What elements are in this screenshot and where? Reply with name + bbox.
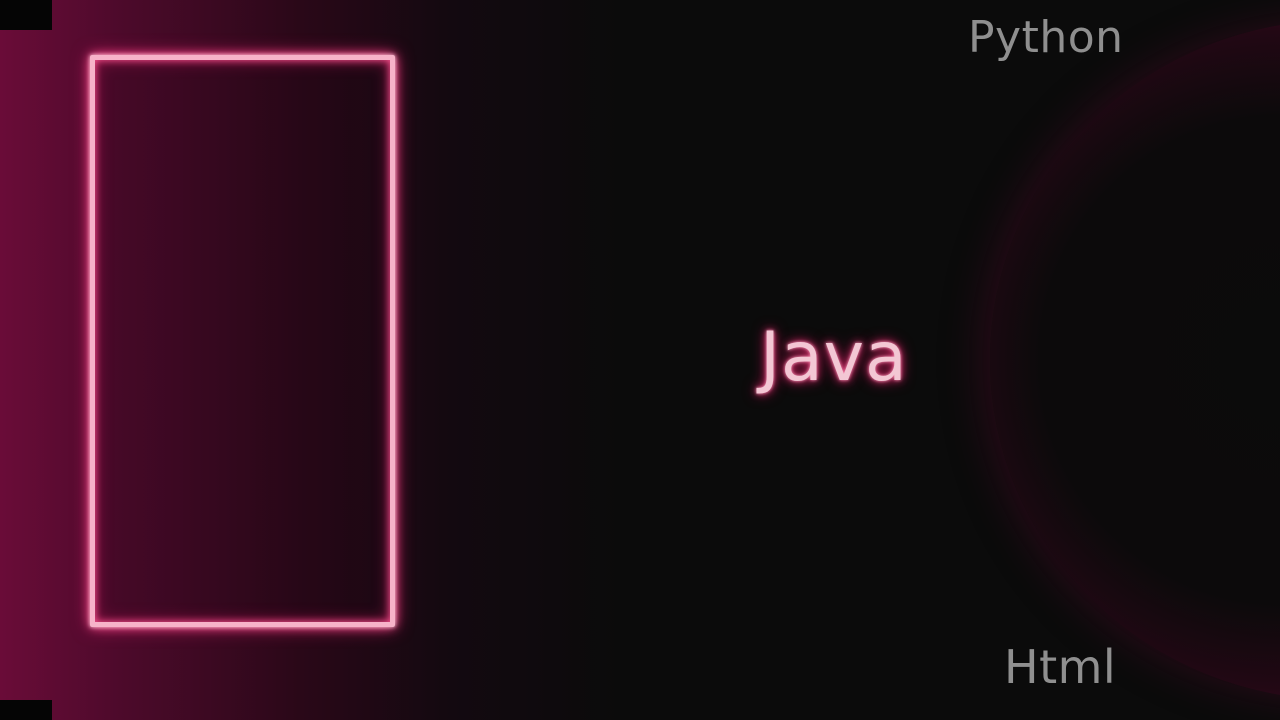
letterbox-corner-bottom-left xyxy=(0,700,52,720)
letterbox-corner-top-left xyxy=(0,0,52,30)
video-frame: Python Java Html xyxy=(0,0,1280,720)
html-label: Html xyxy=(1004,640,1117,694)
python-label: Python xyxy=(968,12,1124,63)
java-label: Java xyxy=(760,318,908,397)
crimson-orb xyxy=(990,20,1280,700)
neon-rectangle-frame xyxy=(90,55,395,627)
